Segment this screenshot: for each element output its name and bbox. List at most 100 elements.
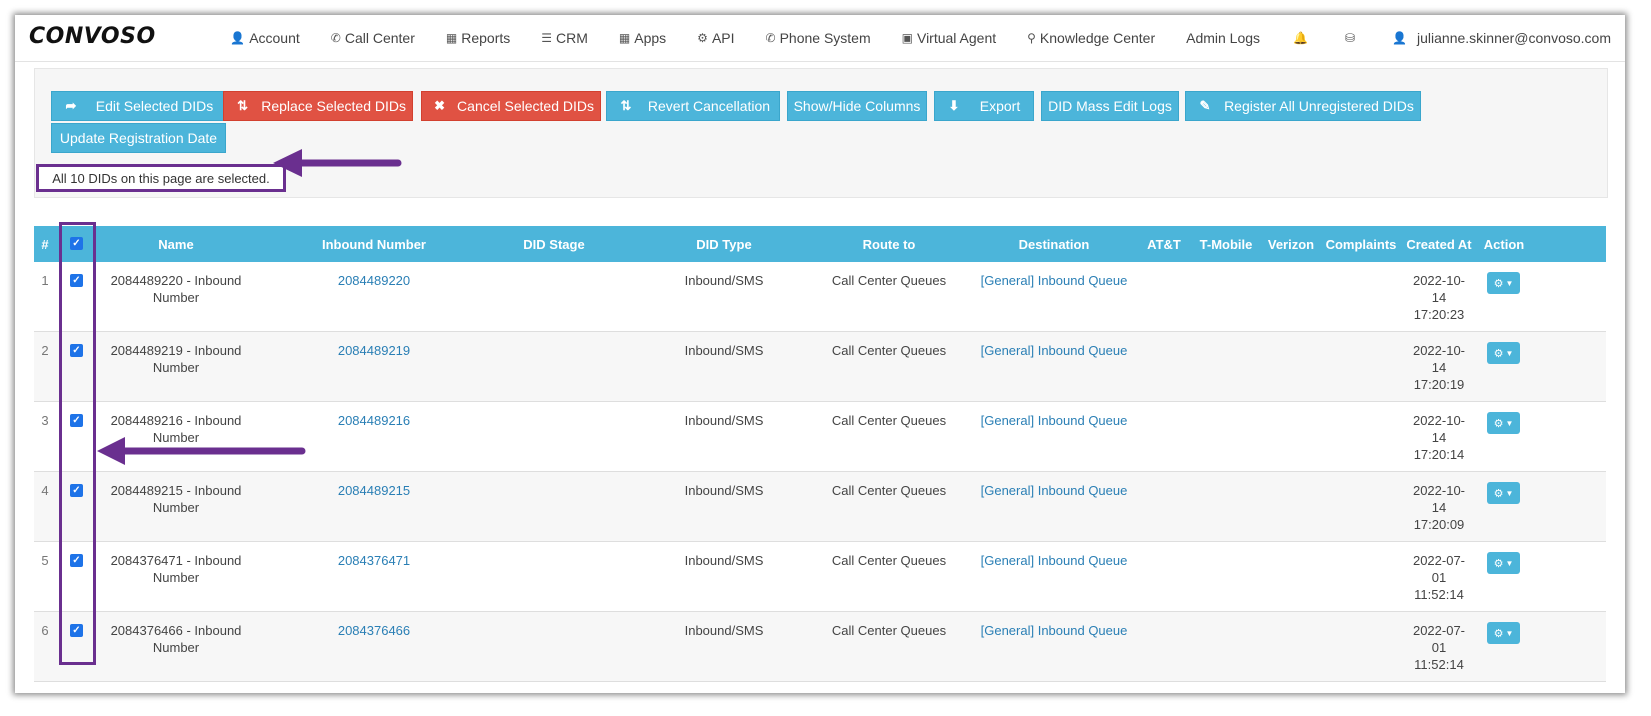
nav-crm[interactable]: ☰ CRM bbox=[541, 30, 588, 46]
gear-icon: ⚙ bbox=[1493, 277, 1504, 290]
created-at: 2022-10- 14 17:20:19 bbox=[1412, 343, 1466, 392]
row-action-dropdown[interactable]: ⚙ ▼ bbox=[1487, 552, 1520, 574]
share-icon: ➦ bbox=[65, 98, 77, 113]
row-number: 4 bbox=[41, 483, 49, 498]
caret-down-icon: ▼ bbox=[1505, 628, 1514, 638]
table-row: 6 ✓ 2084376466 - Inbound Number 2084376466 In… bbox=[34, 612, 1606, 682]
inbound-number-link[interactable]: 2084489219 bbox=[289, 342, 459, 359]
row-checkbox[interactable]: ✓ bbox=[70, 484, 83, 497]
row-checkbox[interactable]: ✓ bbox=[70, 274, 83, 287]
table-row: 3 ✓ 2084489216 - Inbound Number 2084489216 In… bbox=[34, 402, 1606, 472]
app-window: CONVOSO 👤 Account ✆ Call Center ▦ Reports ☰… bbox=[15, 15, 1625, 693]
lightbulb-icon: ⚲ bbox=[1027, 31, 1036, 45]
table-row: 5 ✓ 2084376471 - Inbound Number 2084376471 In… bbox=[34, 542, 1606, 612]
inbound-number-link[interactable]: 2084489216 bbox=[289, 412, 459, 429]
nav-account[interactable]: 👤 Account bbox=[230, 30, 300, 46]
col-inbound-number[interactable]: Inbound Number bbox=[289, 226, 459, 262]
bell-icon: 🔔 bbox=[1293, 31, 1308, 45]
destination-link[interactable]: [General] Inbound Queue bbox=[974, 412, 1134, 429]
row-checkbox[interactable]: ✓ bbox=[70, 624, 83, 637]
top-navbar: CONVOSO 👤 Account ✆ Call Center ▦ Reports ☰… bbox=[15, 15, 1625, 62]
row-action-dropdown[interactable]: ⚙ ▼ bbox=[1487, 412, 1520, 434]
database-button[interactable]: ⛁ bbox=[1345, 31, 1359, 45]
inbound-number-link[interactable]: 2084376471 bbox=[289, 552, 459, 569]
row-number: 5 bbox=[41, 553, 49, 568]
list-icon: ☰ bbox=[541, 31, 553, 45]
select-all-checkbox[interactable]: ✓ bbox=[70, 237, 83, 250]
did-name: 2084376471 - Inbound Number bbox=[110, 553, 242, 585]
created-at: 2022-07- 01 11:52:14 bbox=[1412, 623, 1466, 672]
col-att[interactable]: AT&T bbox=[1139, 226, 1189, 262]
nav-phone-system[interactable]: ✆ Phone System bbox=[766, 30, 871, 46]
row-number: 2 bbox=[41, 343, 49, 358]
did-type: Inbound/SMS bbox=[684, 553, 764, 568]
cancel-selected-dids-button[interactable]: ✖ Cancel Selected DIDs bbox=[421, 91, 601, 121]
row-checkbox[interactable]: ✓ bbox=[70, 414, 83, 427]
destination-link[interactable]: [General] Inbound Queue bbox=[974, 272, 1134, 289]
row-action-dropdown[interactable]: ⚙ ▼ bbox=[1487, 272, 1520, 294]
col-action: Action bbox=[1483, 236, 1525, 252]
created-at: 2022-10- 14 17:20:23 bbox=[1412, 273, 1466, 322]
destination-link[interactable]: [General] Inbound Queue bbox=[974, 482, 1134, 499]
row-action-dropdown[interactable]: ⚙ ▼ bbox=[1487, 482, 1520, 504]
col-name[interactable]: Name bbox=[96, 226, 256, 262]
did-name: 2084489219 - Inbound Number bbox=[110, 343, 242, 375]
route-to: Call Center Queues bbox=[831, 553, 947, 568]
show-hide-columns-button[interactable]: Show/Hide Columns bbox=[787, 91, 927, 121]
col-created-at[interactable]: Created At bbox=[1404, 226, 1474, 262]
nav-knowledge-center[interactable]: ⚲ Knowledge Center bbox=[1027, 30, 1155, 46]
update-registration-date-button[interactable]: Update Registration Date bbox=[51, 123, 226, 153]
gear-icon: ⚙ bbox=[1493, 347, 1504, 360]
revert-cancellation-button[interactable]: ⇅ Revert Cancellation bbox=[606, 91, 780, 121]
row-action-dropdown[interactable]: ⚙ ▼ bbox=[1487, 622, 1520, 644]
col-tmobile[interactable]: T-Mobile bbox=[1191, 226, 1261, 262]
gear-icon: ⚙ bbox=[1493, 557, 1504, 570]
did-name: 2084376466 - Inbound Number bbox=[110, 623, 242, 655]
nav-virtual-agent[interactable]: ▣ Virtual Agent bbox=[902, 30, 996, 46]
destination-link[interactable]: [General] Inbound Queue bbox=[974, 342, 1134, 359]
col-complaints[interactable]: Complaints bbox=[1321, 226, 1401, 262]
phone-icon: ✆ bbox=[330, 31, 341, 45]
col-route-to[interactable]: Route to bbox=[819, 226, 959, 262]
created-at: 2022-10- 14 17:20:14 bbox=[1412, 413, 1466, 462]
grid-icon: ▦ bbox=[618, 31, 631, 45]
table-body: 1 ✓ 2084489220 - Inbound Number 2084489220 In… bbox=[34, 262, 1606, 682]
row-number: 1 bbox=[41, 273, 49, 288]
col-destination[interactable]: Destination bbox=[984, 226, 1124, 262]
did-type: Inbound/SMS bbox=[684, 413, 764, 428]
retweet-icon: ⇅ bbox=[237, 98, 249, 113]
close-icon: ✖ bbox=[434, 98, 445, 113]
row-action-dropdown[interactable]: ⚙ ▼ bbox=[1487, 342, 1520, 364]
col-verizon[interactable]: Verizon bbox=[1261, 226, 1321, 262]
inbound-number-link[interactable]: 2084489220 bbox=[289, 272, 459, 289]
user-menu[interactable]: 👤 julianne.skinner@convoso.com bbox=[1392, 30, 1611, 46]
nav-apps[interactable]: ▦ Apps bbox=[619, 30, 666, 46]
edit-selected-dids-button[interactable]: ➦ Edit Selected DIDs bbox=[51, 91, 226, 121]
destination-link[interactable]: [General] Inbound Queue bbox=[974, 622, 1134, 639]
replace-selected-dids-button[interactable]: ⇅ Replace Selected DIDs bbox=[223, 91, 413, 121]
col-did-type[interactable]: DID Type bbox=[654, 226, 794, 262]
row-checkbox[interactable]: ✓ bbox=[70, 344, 83, 357]
convoso-logo[interactable]: CONVOSO bbox=[29, 24, 156, 49]
notifications-button[interactable]: 🔔 bbox=[1293, 31, 1312, 45]
did-name: 2084489215 - Inbound Number bbox=[110, 483, 242, 515]
row-checkbox[interactable]: ✓ bbox=[70, 554, 83, 567]
did-name: 2084489216 - Inbound Number bbox=[110, 413, 242, 445]
register-unregistered-dids-button[interactable]: ✎ Register All Unregistered DIDs bbox=[1185, 91, 1421, 121]
inbound-number-link[interactable]: 2084489215 bbox=[289, 482, 459, 499]
table-row: 2 ✓ 2084489219 - Inbound Number 2084489219 In… bbox=[34, 332, 1606, 402]
nav-api[interactable]: ⚙ API bbox=[697, 30, 734, 46]
destination-link[interactable]: [General] Inbound Queue bbox=[974, 552, 1134, 569]
download-icon: ⬇ bbox=[948, 98, 960, 113]
nav-call-center[interactable]: ✆ Call Center bbox=[331, 30, 415, 46]
export-button[interactable]: ⬇ Export bbox=[934, 91, 1034, 121]
col-did-stage[interactable]: DID Stage bbox=[484, 226, 624, 262]
did-mass-edit-logs-button[interactable]: DID Mass Edit Logs bbox=[1041, 91, 1179, 121]
phone-icon: ✆ bbox=[765, 31, 776, 45]
created-at: 2022-10- 14 17:20:09 bbox=[1412, 483, 1466, 532]
nav-reports[interactable]: ▦ Reports bbox=[446, 30, 510, 46]
nav-admin-logs[interactable]: Admin Logs bbox=[1186, 30, 1260, 46]
did-name: 2084489220 - Inbound Number bbox=[110, 273, 242, 305]
monitor-icon: ▣ bbox=[901, 31, 913, 45]
inbound-number-link[interactable]: 2084376466 bbox=[289, 622, 459, 639]
